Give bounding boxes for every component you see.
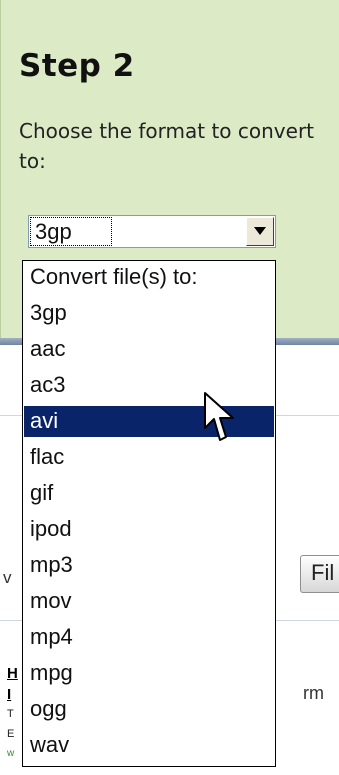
converter-page: Step 2 Choose the format to convert to: … — [0, 0, 339, 775]
option-ipod[interactable]: ipod — [24, 514, 274, 545]
mouse-pointer-icon — [204, 392, 234, 441]
format-options-list[interactable]: Convert file(s) to: 3gp aac ac3 avi flac… — [22, 260, 276, 767]
background-link-h[interactable]: H — [7, 665, 18, 682]
dropdown-button[interactable] — [246, 217, 274, 246]
option-mp4[interactable]: mp4 — [24, 622, 274, 653]
option-ogg[interactable]: ogg — [24, 694, 274, 725]
option-wav[interactable]: wav — [24, 730, 274, 761]
option-mpg[interactable]: mpg — [24, 658, 274, 689]
option-3gp[interactable]: 3gp — [24, 298, 274, 329]
background-file-button[interactable]: Fil — [300, 555, 339, 593]
background-text-e: E — [7, 728, 15, 740]
option-convert-files-to[interactable]: Convert file(s) to: — [24, 262, 274, 293]
background-text-rm: rm — [303, 683, 324, 703]
background-link-w[interactable]: w — [7, 748, 14, 759]
option-mp3[interactable]: mp3 — [24, 550, 274, 581]
option-gif[interactable]: gif — [24, 478, 274, 509]
selected-format-value[interactable]: 3gp — [30, 217, 112, 246]
format-select[interactable]: 3gp — [28, 215, 276, 248]
step-instruction: Choose the format to convert to: — [19, 119, 315, 173]
background-text-v: v — [3, 568, 12, 587]
step-title: Step 2 — [19, 48, 135, 84]
background-text-t: T — [7, 708, 14, 720]
option-aac[interactable]: aac — [24, 334, 274, 365]
background-link-i[interactable]: I — [7, 686, 11, 703]
option-mov[interactable]: mov — [24, 586, 274, 617]
chevron-down-icon — [254, 227, 266, 235]
